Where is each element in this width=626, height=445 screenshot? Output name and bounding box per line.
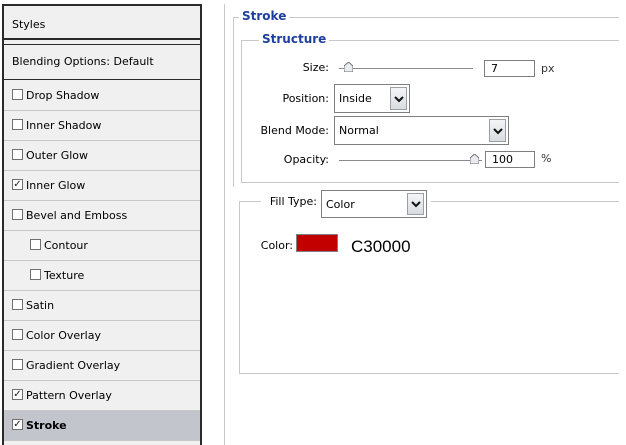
- styles-header-label: Styles: [12, 18, 46, 31]
- position-value: Inside: [339, 92, 372, 105]
- blend-mode-select[interactable]: Normal: [334, 116, 509, 145]
- style-item-texture[interactable]: Texture: [4, 261, 200, 291]
- opacity-slider-thumb[interactable]: [470, 154, 479, 164]
- size-label: Size:: [302, 61, 329, 74]
- style-item-satin[interactable]: Satin: [4, 291, 200, 321]
- blending-options-label: Blending Options: Default: [12, 55, 154, 68]
- style-item-label: Inner Glow: [26, 179, 86, 192]
- style-item-contour[interactable]: Contour: [4, 231, 200, 261]
- style-item-label: Bevel and Emboss: [26, 209, 128, 222]
- style-item-label: Outer Glow: [26, 149, 89, 162]
- styles-list-panel: Styles Blending Options: Default Drop Sh…: [2, 4, 202, 445]
- style-item-label: Inner Shadow: [26, 119, 102, 132]
- chevron-down-icon[interactable]: [390, 87, 407, 110]
- style-item-label: Color Overlay: [26, 329, 101, 342]
- opacity-input[interactable]: 100: [485, 151, 535, 168]
- color-label: Color:: [260, 239, 293, 252]
- checkbox-checked-icon[interactable]: ✓: [12, 389, 23, 400]
- style-item-label: Satin: [26, 299, 55, 312]
- checkbox-checked-icon[interactable]: ✓: [12, 419, 23, 430]
- style-item-gradient-overlay[interactable]: Gradient Overlay: [4, 351, 200, 381]
- style-item-label: Contour: [44, 239, 88, 252]
- fill-group-top-border-right: [431, 201, 619, 202]
- checkbox-icon[interactable]: [12, 299, 23, 310]
- blend-mode-label: Blend Mode:: [260, 124, 330, 137]
- checkbox-icon[interactable]: [12, 359, 23, 370]
- style-item-label: Texture: [44, 269, 85, 282]
- style-item-label: Drop Shadow: [26, 89, 100, 102]
- size-slider-thumb[interactable]: [344, 62, 353, 72]
- opacity-label: Opacity:: [283, 153, 329, 166]
- fill-group-left-border: [239, 201, 240, 373]
- size-input[interactable]: 7: [484, 60, 535, 77]
- style-item-label: Stroke: [26, 419, 67, 432]
- checkbox-icon[interactable]: [12, 149, 23, 160]
- checkbox-icon[interactable]: [30, 239, 41, 250]
- structure-group-bottom-border: [241, 182, 619, 183]
- blending-options-item[interactable]: Blending Options: Default: [4, 44, 200, 80]
- fill-type-select[interactable]: Color: [321, 190, 427, 218]
- styles-header[interactable]: Styles: [4, 4, 200, 40]
- checkbox-icon[interactable]: [30, 269, 41, 280]
- checkbox-icon[interactable]: [12, 209, 23, 220]
- style-item-drop-shadow[interactable]: Drop Shadow: [4, 81, 200, 111]
- fill-group-bottom-border: [239, 373, 619, 374]
- style-item-pattern-overlay[interactable]: ✓ Pattern Overlay: [4, 381, 200, 411]
- opacity-slider-track[interactable]: [339, 160, 482, 161]
- checkbox-checked-icon[interactable]: ✓: [12, 179, 23, 190]
- checkbox-icon[interactable]: [12, 119, 23, 130]
- style-item-stroke[interactable]: ✓ Stroke: [4, 411, 200, 441]
- style-item-label: Pattern Overlay: [26, 389, 112, 402]
- stroke-group-left-border: [233, 17, 234, 187]
- blend-mode-value: Normal: [339, 124, 379, 137]
- structure-group-left-border: [241, 40, 242, 182]
- fill-type-label: Fill Type:: [269, 195, 317, 208]
- size-unit: px: [541, 62, 555, 75]
- stroke-settings-panel: Stroke Structure Size: 7 px Position: In…: [224, 4, 626, 445]
- style-item-inner-shadow[interactable]: Inner Shadow: [4, 111, 200, 141]
- checkbox-icon[interactable]: [12, 329, 23, 340]
- chevron-down-icon[interactable]: [407, 193, 424, 215]
- stroke-group-top-border: [233, 17, 619, 18]
- chevron-down-icon[interactable]: [489, 119, 506, 142]
- position-label: Position:: [282, 92, 329, 105]
- opacity-unit: %: [541, 152, 552, 165]
- structure-section-title: Structure: [259, 32, 330, 46]
- style-item-bevel-and-emboss[interactable]: Bevel and Emboss: [4, 201, 200, 231]
- size-slider-track[interactable]: [339, 68, 473, 69]
- style-item-inner-glow[interactable]: ✓ Inner Glow: [4, 171, 200, 201]
- checkbox-icon[interactable]: [12, 89, 23, 100]
- style-item-label: Gradient Overlay: [26, 359, 121, 372]
- style-item-outer-glow[interactable]: Outer Glow: [4, 141, 200, 171]
- color-swatch[interactable]: [296, 234, 338, 252]
- stroke-section-title: Stroke: [239, 9, 290, 23]
- color-hex-value: C30000: [351, 237, 411, 256]
- style-item-color-overlay[interactable]: Color Overlay: [4, 321, 200, 351]
- fill-type-value: Color: [326, 198, 355, 211]
- position-select[interactable]: Inside: [334, 84, 410, 113]
